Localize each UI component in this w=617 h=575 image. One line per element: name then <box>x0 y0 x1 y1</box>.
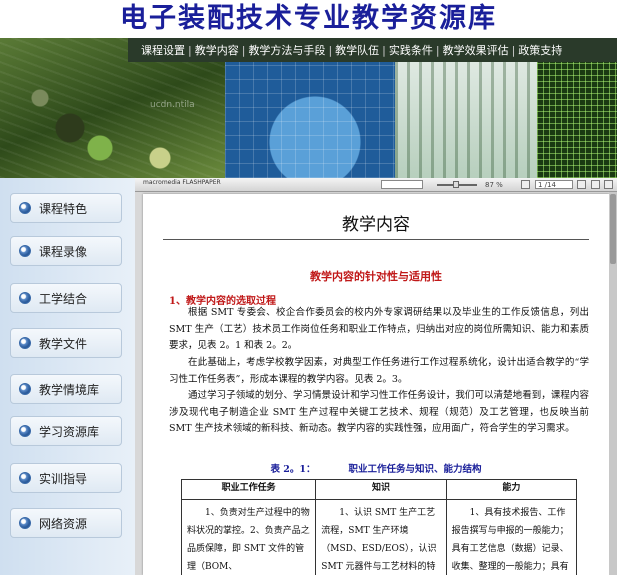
header-banner: ucdn.ntila 课程设置 | 教学内容 | 教学方法与手段 | 教学队伍 … <box>0 38 617 178</box>
sidebar-item-label: 网络资源 <box>39 516 88 531</box>
vertical-scrollbar[interactable] <box>609 192 617 575</box>
prev-page-icon[interactable] <box>521 180 530 189</box>
table-header-row: 职业工作任务 知识 能力 <box>180 479 578 500</box>
document-viewer: macromedia FLASHPAPER 87 % 1 /14 教学内容 教学… <box>135 178 617 575</box>
sidebar-item-label: 实训指导 <box>39 471 88 486</box>
bullet-icon <box>19 202 31 214</box>
sidebar-item-training[interactable]: 实训指导 <box>10 463 122 493</box>
viewer-toolbar: macromedia FLASHPAPER 87 % 1 /14 <box>135 178 617 192</box>
sidebar-item-label: 工学结合 <box>39 291 88 306</box>
sidebar-item-label: 课程特色 <box>39 201 88 216</box>
table-header: 能力 <box>445 479 578 500</box>
instrument-image <box>225 62 395 178</box>
sidebar: 课程特色 课程录像 工学结合 教学文件 教学情境库 学习资源库 实训指导 网络资… <box>0 178 135 575</box>
bullet-icon <box>19 383 31 395</box>
table-cell: 1、具有技术报告、工作报告撰写与申报的一般能力；具有工艺信息（数据）记录、收集、… <box>445 499 578 575</box>
site-title: 电子装配技术专业教学资源库 <box>120 3 497 34</box>
sidebar-item-label: 教学情境库 <box>39 382 100 397</box>
sidebar-item-documents[interactable]: 教学文件 <box>10 328 122 358</box>
page-subtitle: 教学内容的针对性与适用性 <box>310 270 442 283</box>
nav-item-policy[interactable]: 政策支持 <box>515 42 565 58</box>
sidebar-item-scenarios[interactable]: 教学情境库 <box>10 374 122 404</box>
print-icon[interactable] <box>591 180 600 189</box>
table-caption-title: 职业工作任务与知识、能力结构 <box>348 464 482 475</box>
next-page-icon[interactable] <box>577 180 586 189</box>
nav-item-teaching-content[interactable]: 教学内容 <box>192 42 242 58</box>
top-nav: 课程设置 | 教学内容 | 教学方法与手段 | 教学队伍 | 实践条件 | 教学… <box>128 38 617 62</box>
sidebar-item-videos[interactable]: 课程录像 <box>10 236 122 266</box>
paragraph: 在此基础上，考虑学校教学因素，对典型工作任务进行工作过程系统化，设计出适合教学的… <box>169 357 589 385</box>
equipment-image <box>395 62 537 178</box>
nav-item-course-setup[interactable]: 课程设置 <box>138 42 188 58</box>
table-cell: 1、负责对生产过程中的物料状况的掌控。2、负责产品之品质保障，即 SMT 文件的… <box>180 499 317 575</box>
bullet-icon <box>19 472 31 484</box>
zoom-level: 87 % <box>485 181 503 189</box>
zoom-slider-handle[interactable] <box>453 181 459 188</box>
viewer-brand: macromedia FLASHPAPER <box>143 179 221 186</box>
page-number-field[interactable]: 1 /14 <box>535 180 573 189</box>
bullet-icon <box>19 337 31 349</box>
bullet-icon <box>19 245 31 257</box>
scrollbar-thumb[interactable] <box>610 194 616 264</box>
task-knowledge-table: 职业工作任务 知识 能力 1、负责对生产过程中的物料状况的掌控。2、负责产品之品… <box>180 479 578 575</box>
page-title: 教学内容 <box>342 215 410 235</box>
search-input[interactable] <box>381 180 423 189</box>
sidebar-item-network[interactable]: 网络资源 <box>10 508 122 538</box>
bullet-icon <box>19 517 31 529</box>
paragraph: 根据 SMT 专委会、校企合作委员会的校内外专家调研结果以及毕业生的工作反馈信息… <box>169 307 589 351</box>
paragraph: 通过学习子领域的划分、学习情景设计和学习性工作任务设计，我们可以清楚地看到，课程… <box>169 390 589 434</box>
pcb-grid-image <box>537 62 617 178</box>
table-caption-number: 表 2。1： <box>270 464 316 475</box>
bullet-icon <box>19 425 31 437</box>
nav-item-practice[interactable]: 实践条件 <box>386 42 436 58</box>
bullet-icon <box>19 292 31 304</box>
banner-watermark: ucdn.ntila <box>150 100 195 110</box>
sidebar-item-features[interactable]: 课程特色 <box>10 193 122 223</box>
sidebar-item-label: 课程录像 <box>39 244 88 259</box>
sidebar-item-work-study[interactable]: 工学结合 <box>10 283 122 313</box>
nav-item-evaluation[interactable]: 教学效果评估 <box>440 42 512 58</box>
document-page: 教学内容 教学内容的针对性与适用性 1、教学内容的选取过程 根据 SMT 专委会… <box>143 194 609 575</box>
table-row: 1、负责对生产过程中的物料状况的掌控。2、负责产品之品质保障，即 SMT 文件的… <box>180 499 578 575</box>
table-cell: 1、认识 SMT 生产工艺流程，SMT 生产环境（MSD、ESD/EOS），认识… <box>315 499 447 575</box>
title-divider <box>163 239 589 240</box>
sidebar-item-label: 学习资源库 <box>39 424 100 439</box>
menu-icon[interactable] <box>604 180 613 189</box>
nav-item-team[interactable]: 教学队伍 <box>332 42 382 58</box>
sidebar-item-label: 教学文件 <box>39 336 88 351</box>
nav-item-methods[interactable]: 教学方法与手段 <box>245 42 328 58</box>
table-header: 知识 <box>315 479 447 500</box>
table-caption: 表 2。1： 职业工作任务与知识、能力结构 <box>143 461 609 475</box>
table-header: 职业工作任务 <box>180 479 317 500</box>
sidebar-item-resources[interactable]: 学习资源库 <box>10 416 122 446</box>
